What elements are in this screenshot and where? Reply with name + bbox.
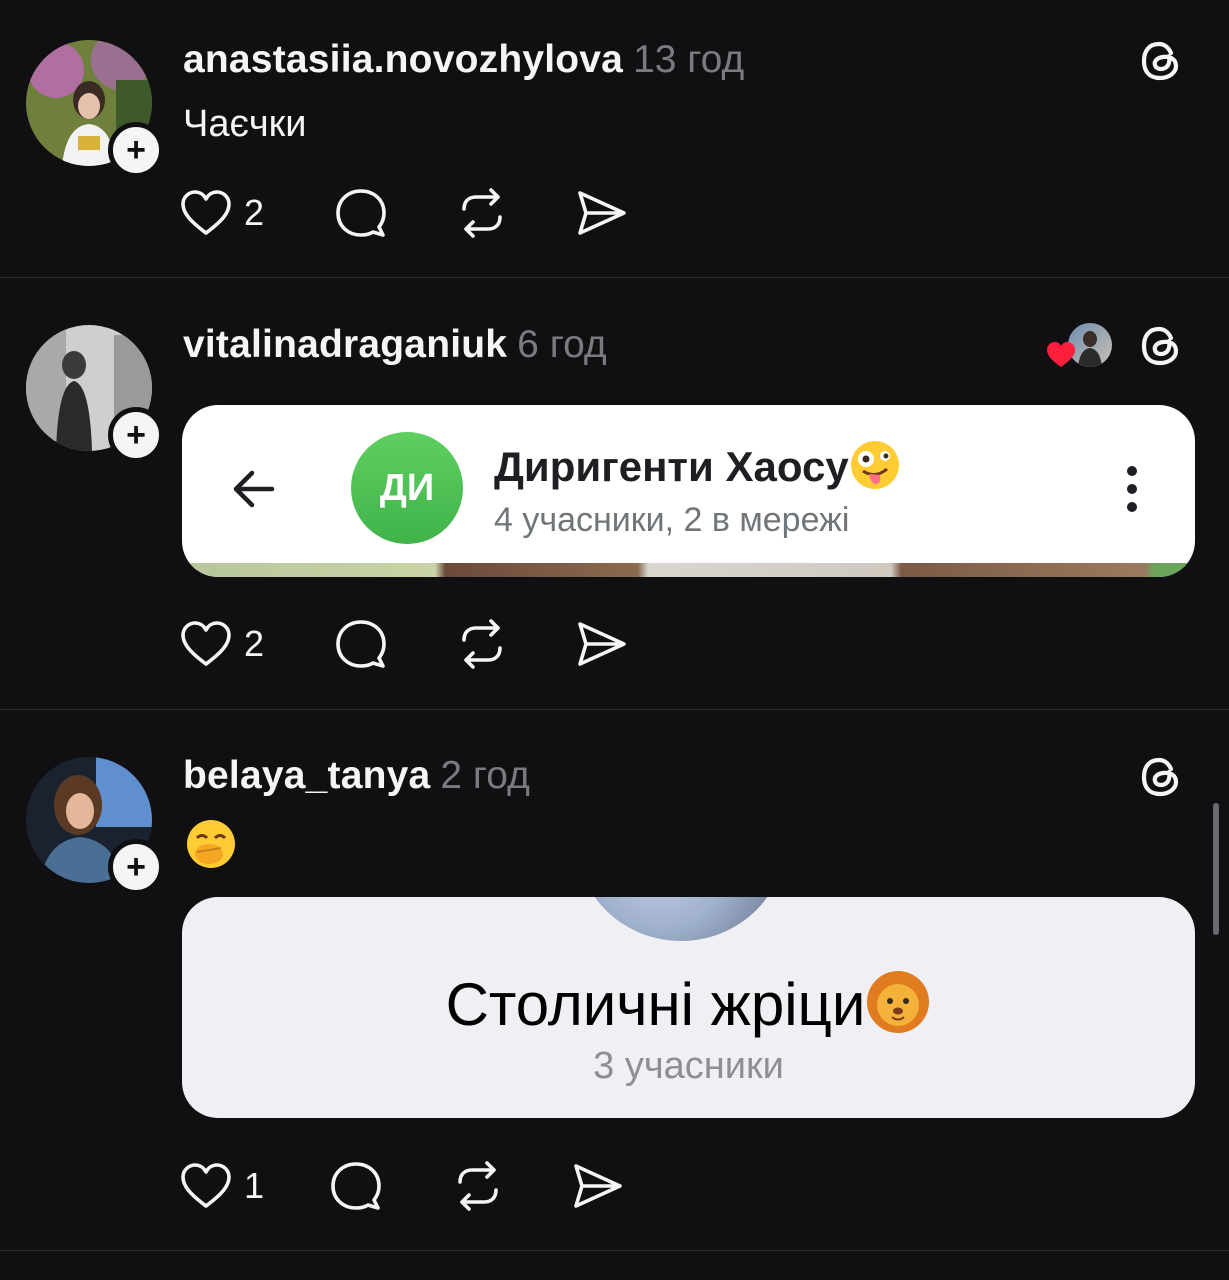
- post-divider: [0, 1250, 1229, 1251]
- group-subtitle: 3 учасники: [593, 1045, 784, 1087]
- group-photo: [576, 897, 786, 941]
- embedded-group-card[interactable]: Столичні жріци 3 учасники: [182, 897, 1195, 1118]
- group-title: Столичні жріци: [182, 969, 1195, 1049]
- repost-button[interactable]: [452, 1158, 504, 1214]
- comment-icon: [331, 1162, 381, 1210]
- like-count: 1: [244, 1165, 265, 1206]
- heart-icon: [181, 1163, 231, 1208]
- lion-emoji: [865, 969, 931, 1049]
- share-button[interactable]: [572, 1158, 624, 1214]
- author-avatar[interactable]: +: [26, 757, 164, 895]
- hand-over-mouth-emoji: [185, 818, 237, 870]
- send-icon: [574, 1164, 622, 1208]
- follow-plus-icon[interactable]: +: [108, 839, 164, 895]
- threads-icon[interactable]: [1138, 754, 1184, 800]
- post-3: + belaya_tanya 2 год Столичні жріци 3 уча…: [0, 0, 1229, 1250]
- repost-icon: [458, 1161, 498, 1211]
- group-title-text: Столичні жріци: [445, 970, 866, 1038]
- scrollbar[interactable]: [1213, 803, 1219, 935]
- username[interactable]: belaya_tanya: [183, 754, 430, 797]
- post-time: 2 год: [440, 754, 530, 797]
- post-header: belaya_tanya 2 год: [183, 754, 530, 798]
- reply-button[interactable]: [330, 1158, 382, 1214]
- like-button[interactable]: 1: [180, 1158, 264, 1214]
